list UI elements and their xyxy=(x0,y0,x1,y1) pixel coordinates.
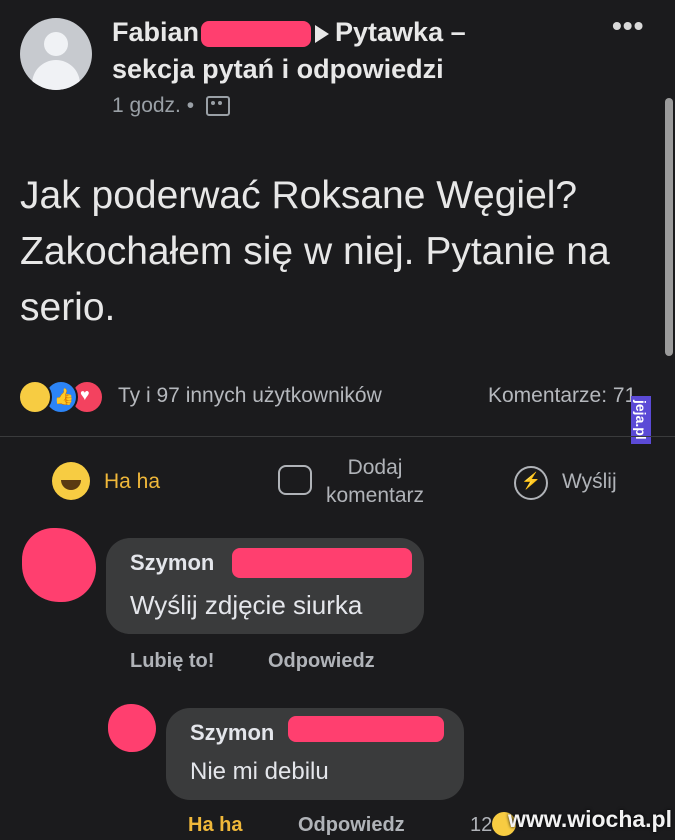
post-header-title: Fabian Pytawka – sekcja pytań i odpowiedz… xyxy=(112,14,562,88)
commenter-avatar[interactable] xyxy=(22,528,96,602)
group-audience-icon xyxy=(205,96,230,117)
reply-reaction-count[interactable]: 12 xyxy=(470,814,492,837)
comment-text: Wyślij zdjęcie siurka xyxy=(130,590,363,620)
author-name[interactable]: Fabian xyxy=(112,17,199,47)
scrollbar[interactable] xyxy=(665,98,673,356)
redaction-bar xyxy=(201,20,312,47)
reply-text: Nie mi debilu xyxy=(190,758,329,785)
reply-author-name[interactable]: Szymon xyxy=(190,720,274,746)
messenger-icon[interactable]: ⚡ xyxy=(514,466,548,500)
comment-icon[interactable] xyxy=(278,465,312,495)
avatar-body-shape xyxy=(32,60,80,90)
avatar-head-shape xyxy=(44,32,68,56)
redaction-bar xyxy=(288,716,444,742)
reaction-icons[interactable]: 👍 ♥ xyxy=(18,380,110,414)
meta-separator: • xyxy=(186,94,195,117)
redaction-bar xyxy=(232,548,412,578)
reply-haha-button[interactable]: Ha ha xyxy=(188,814,242,837)
author-avatar[interactable] xyxy=(20,18,92,90)
arrow-right-icon xyxy=(315,24,330,43)
comment-like-button[interactable]: Lubię to! xyxy=(130,650,214,673)
post-time[interactable]: 1 godz. xyxy=(112,94,181,117)
post-meta: 1 godz. • xyxy=(112,94,230,118)
comments-count[interactable]: Komentarze: 71 xyxy=(488,384,636,408)
haha-button-label[interactable]: Ha ha xyxy=(104,470,160,494)
comment-reply-button[interactable]: Odpowiedz xyxy=(268,650,375,673)
more-options-button[interactable]: ••• xyxy=(612,10,644,42)
send-button[interactable]: Wyślij xyxy=(562,470,617,494)
divider xyxy=(0,436,675,437)
post-text: Jak poderwać Roksane Węgiel? Zakochałem … xyxy=(20,174,610,329)
wiocha-watermark: www.wiocha.pl xyxy=(508,806,672,832)
reply-author-avatar[interactable] xyxy=(108,704,156,752)
reply-reply-button[interactable]: Odpowiedz xyxy=(298,814,405,837)
reaction-summary[interactable]: Ty i 97 innych użytkowników xyxy=(118,384,382,408)
add-comment-button[interactable]: Dodaj komentarz xyxy=(310,454,440,510)
comment-author-name[interactable]: Szymon xyxy=(130,550,214,576)
haha-reaction-icon xyxy=(18,380,52,414)
haha-icon[interactable] xyxy=(52,462,90,500)
